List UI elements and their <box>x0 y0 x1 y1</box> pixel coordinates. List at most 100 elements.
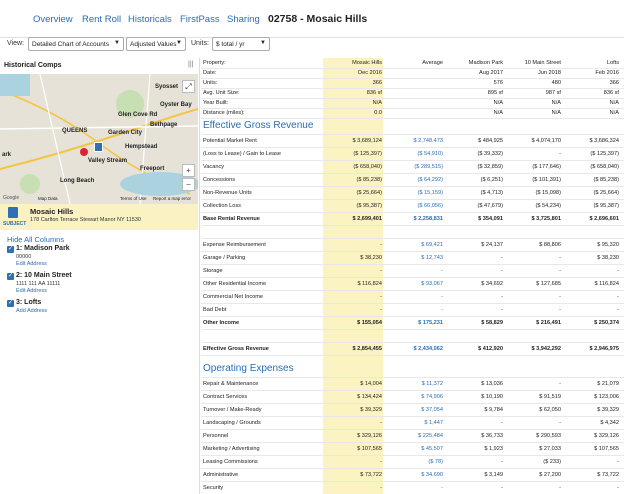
cell-average: ($ 289,515) <box>414 164 443 170</box>
map[interactable]: Syosset Glen Cove Rd Oyster Bay QUEENS G… <box>0 74 198 204</box>
terms-link[interactable]: Terms of Use <box>120 196 147 201</box>
cell-label: Non-Revenue Units <box>203 190 252 196</box>
cell-label: Marketing / Advertising <box>203 446 260 452</box>
map-marker-icon[interactable] <box>94 142 103 152</box>
cell-comp2: - <box>559 485 561 491</box>
units-select[interactable]: $ total / yr ▼ <box>212 37 270 51</box>
cell-comp3: N/A <box>609 100 619 106</box>
cell-subject: ($ 658,040) <box>353 164 382 170</box>
tab-firstpass[interactable]: FirstPass <box>180 14 220 25</box>
edit-address-link[interactable]: Edit Address <box>16 288 47 294</box>
chevron-down-icon: ▼ <box>114 40 120 46</box>
cell-comp3: $ 3,686,324 <box>589 138 619 144</box>
cell-subject: - <box>380 268 382 274</box>
cell-comp1: N/A <box>493 100 503 106</box>
cell-subject: $ 134,424 <box>357 394 382 400</box>
cell-comp2: - <box>559 268 561 274</box>
cell-subject: - <box>380 485 382 491</box>
cell-subject: 366 <box>372 80 382 86</box>
cell-subject: $ 2,854,455 <box>352 346 382 352</box>
row-divider <box>201 134 624 135</box>
tab-rent-roll[interactable]: Rent Roll <box>82 14 121 25</box>
cell-comp2: $ 127,685 <box>536 281 561 287</box>
values-select[interactable]: Adjusted Values ▼ <box>126 37 186 51</box>
cell-average: $ 12,743 <box>421 255 443 261</box>
cell-comp1: N/A <box>493 110 503 116</box>
cell-label: Commercial Net Income <box>203 294 263 300</box>
checkbox[interactable]: ✓ <box>7 300 14 307</box>
building-icon <box>8 207 18 218</box>
view-select[interactable]: Detailed Chart of Accounts ▼ <box>28 37 124 51</box>
cell-comp1: - <box>501 459 503 465</box>
cell-comp1: ($ 32,859) <box>477 164 504 170</box>
cell-label: Effective Gross Revenue <box>203 346 269 352</box>
cell-comp3: $ 116,824 <box>594 281 619 287</box>
hide-all-columns-link[interactable]: Hide All Columns <box>7 235 64 244</box>
row-divider <box>201 199 624 200</box>
cell-comp2: ($ 54,234) <box>535 203 562 209</box>
row-divider <box>201 238 624 239</box>
zoom-out-icon[interactable]: − <box>182 178 195 191</box>
cell-label: Personnel <box>203 433 229 439</box>
sidebar-title: Historical Comps <box>4 62 62 69</box>
cell-comp2: 987 sf <box>545 90 561 96</box>
row-divider <box>201 186 624 187</box>
cell-subject: $ 73,722 <box>360 472 382 478</box>
cell-subject: 836 sf <box>366 90 382 96</box>
zoom-in-icon[interactable]: + <box>182 164 195 177</box>
edit-address-link[interactable]: Edit Address <box>16 261 47 267</box>
row-divider <box>201 377 624 378</box>
map-pin-icon[interactable] <box>80 148 88 156</box>
cell-average: $ 69,421 <box>421 242 443 248</box>
cell-comp2: ($ 101,391) <box>532 177 561 183</box>
cell-comp1: $ 13,036 <box>481 381 503 387</box>
cell-average: $ 45,507 <box>421 446 443 452</box>
chevron-down-icon: ▼ <box>176 40 182 46</box>
row-divider <box>201 403 624 404</box>
cell-comp3: $ 95,320 <box>597 242 619 248</box>
cell-comp3: - <box>617 294 619 300</box>
add-address-link[interactable]: Add Address <box>16 308 47 314</box>
report-error-link[interactable]: Report a map error <box>153 196 191 201</box>
tab-historicals[interactable]: Historicals <box>128 14 172 25</box>
cell-comp2: ($ 15,098) <box>535 190 562 196</box>
cell-comp2: Jun 2018 <box>537 70 561 76</box>
cell-comp1: $ 3,149 <box>484 472 503 478</box>
top-nav: Overview Rent Roll Historicals FirstPass… <box>0 0 624 38</box>
cell-comp3: $ 329,126 <box>594 433 619 439</box>
cell-comp3: 366 <box>609 80 619 86</box>
map-data-link[interactable]: Map Data <box>38 196 58 201</box>
fullscreen-icon[interactable]: ⤢ <box>182 80 195 93</box>
cell-comp2: $ 91,519 <box>539 394 561 400</box>
section-title: Operating Expenses <box>203 363 294 374</box>
checkbox[interactable]: ✓ <box>7 246 14 253</box>
cell-label: Potential Market Rent <box>203 138 257 144</box>
cell-comp2: $ 62,050 <box>539 407 561 413</box>
cell-comp2: ($ 233) <box>543 459 561 465</box>
cell-label: Repair & Maintenance <box>203 381 259 387</box>
cell-subject: $ 3,689,124 <box>352 138 382 144</box>
cell-comp1: $ 36,733 <box>481 433 503 439</box>
row-divider <box>201 442 624 443</box>
tab-overview[interactable]: Overview <box>33 14 73 25</box>
cell-comp2: 10 Main Street <box>524 60 561 66</box>
cell-comp3: $ 123,006 <box>594 394 619 400</box>
cell-comp1: 576 <box>493 80 503 86</box>
cell-subject: $ 14,004 <box>360 381 382 387</box>
cell-subject: $ 329,126 <box>357 433 382 439</box>
cell-subject: N/A <box>372 100 382 106</box>
subject-label: SUBJECT <box>3 221 27 227</box>
cell-label: Year Built: <box>203 100 229 106</box>
cell-average: $ 1,447 <box>424 420 443 426</box>
tab-sharing[interactable]: Sharing <box>227 14 260 25</box>
cell-comp2: $ 4,074,170 <box>531 138 561 144</box>
cell-comp2: $ 27,033 <box>539 446 561 452</box>
page-title: 02758 - Mosaic Hills <box>268 13 368 25</box>
cell-average: ($ 78) <box>428 459 443 465</box>
cell-comp3: $ 39,329 <box>597 407 619 413</box>
cell-comp2: ($ 177,646) <box>532 164 561 170</box>
cell-average: $ 2,748,473 <box>413 138 443 144</box>
checkbox[interactable]: ✓ <box>7 273 14 280</box>
cell-average: $ 34,690 <box>421 472 443 478</box>
column-toggle-icon[interactable]: ||| <box>188 61 193 68</box>
